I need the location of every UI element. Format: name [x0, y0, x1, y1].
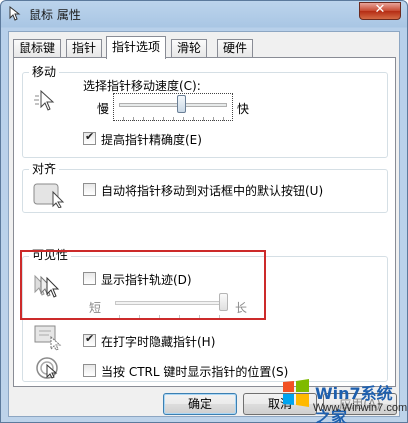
pointer-speed-label: 选择指针移动速度(C):	[83, 79, 201, 93]
snap-label[interactable]: 自动将指针移动到对话框中的默认按钮(U)	[101, 182, 323, 199]
speed-slow-label: 慢	[97, 102, 110, 116]
tab-pointers[interactable]: 指针	[66, 39, 103, 58]
mouse-app-icon	[9, 6, 21, 21]
show-location-checkbox[interactable]	[83, 364, 96, 377]
watermark: Win7系统之家 Www.Winwin7.com	[255, 376, 408, 423]
speed-fast-label: 快	[237, 102, 250, 116]
snap-group-title: 对齐	[29, 162, 60, 176]
precision-checkbox[interactable]	[83, 130, 96, 145]
motion-group: 移动 选择指针移动速度(C): 慢 快 提高指针精确度(E)	[22, 65, 388, 158]
tab-hardware[interactable]: 硬件	[217, 39, 254, 58]
show-location-icon	[36, 357, 58, 379]
windows-logo-icon	[283, 379, 309, 407]
close-button[interactable]: ✕	[359, 2, 401, 20]
snap-group: 对齐 自动将指针移动到对话框中的默认按钮(U)	[22, 162, 388, 213]
hide-while-typing-label[interactable]: 在打字时隐藏指针(H)	[101, 333, 215, 350]
close-icon: ✕	[374, 2, 386, 17]
hide-while-typing-icon	[34, 325, 62, 351]
speed-slider-thumb[interactable]	[177, 95, 186, 113]
ok-button[interactable]: 确定	[163, 393, 237, 415]
pointer-speed-icon	[34, 89, 55, 111]
hide-while-typing-checkbox[interactable]	[83, 332, 96, 347]
title-bar[interactable]: 鼠标 属性 ✕	[1, 1, 407, 27]
tab-pointer-options[interactable]: 指针选项	[106, 36, 167, 59]
precision-label[interactable]: 提高指针精确度(E)	[101, 131, 202, 148]
motion-group-title: 移动	[29, 65, 60, 79]
tab-buttons[interactable]: 鼠标键	[13, 39, 62, 58]
speed-slider-track[interactable]	[119, 103, 227, 107]
dialog-client: 鼠标键 指针 指针选项 滑轮 硬件 移动 选择指针移动速度(C): 慢 快 ✔ …	[8, 31, 400, 417]
mouse-properties-window: 鼠标 属性 ✕ 鼠标键 指针 指针选项 滑轮 硬件 移动 选择指针移动速度(C)…	[0, 0, 408, 423]
highlight-box	[20, 250, 266, 320]
watermark-url: Www.Winwin7.com	[313, 402, 408, 414]
tab-wheel[interactable]: 滑轮	[171, 39, 208, 58]
snap-checkbox[interactable]	[83, 183, 96, 196]
window-title: 鼠标 属性	[29, 8, 81, 22]
pointer-options-panel: 移动 选择指针移动速度(C): 慢 快 提高指针精确度(E) 对齐	[13, 57, 396, 387]
speed-slider-ticks	[123, 117, 224, 121]
snap-to-default-icon	[33, 183, 65, 208]
